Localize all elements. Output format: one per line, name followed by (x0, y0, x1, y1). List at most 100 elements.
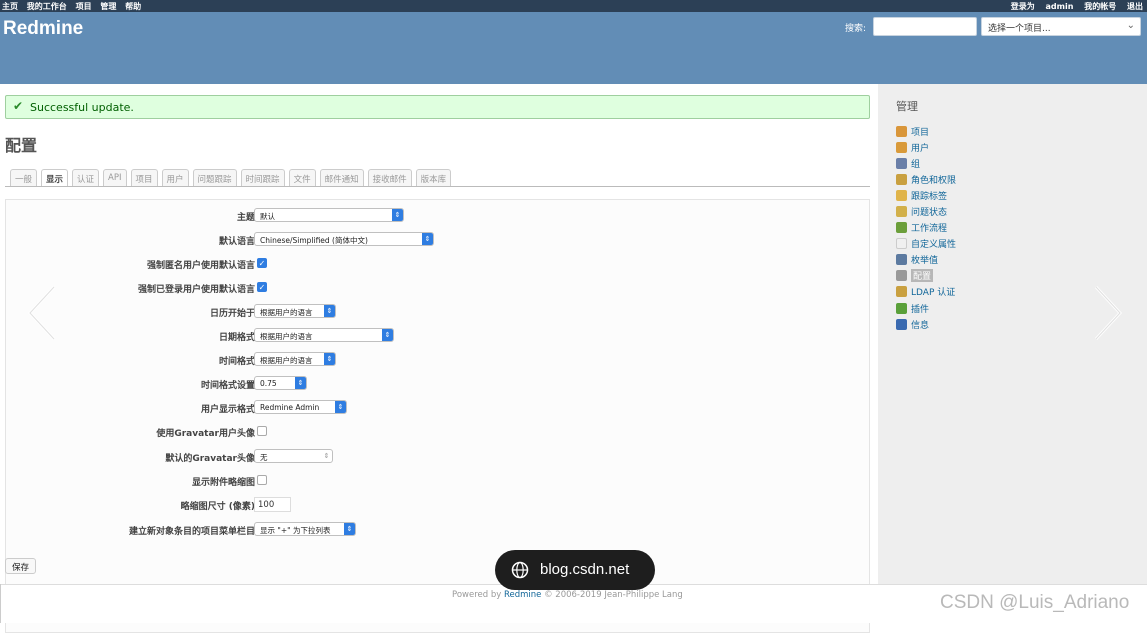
setting-select[interactable]: 无 ⇕ (254, 449, 333, 463)
project-jump-value: 选择一个项目... (988, 24, 1051, 34)
sidebar-item-3[interactable]: 角色和权限 (896, 171, 956, 187)
logged-in-as: 登录为 admin (1003, 2, 1074, 11)
setting-row: 主题 默认 ⇕ (6, 208, 869, 224)
tab-4[interactable]: 项目 (130, 169, 158, 186)
chevron-down-icon: ⌄ (1126, 20, 1135, 31)
sidebar-item-label: 问题状态 (911, 208, 948, 219)
setting-label: 时间格式设置 (200, 381, 255, 391)
setting-label: 显示附件略缩图 (191, 478, 255, 488)
settings-tabs: 一般 显示 认证 API 项目 用户 问题跟踪 时间跟踪 文件 邮件通知 接收邮件 版本库 (10, 169, 455, 186)
setting-label: 日历开始于 (209, 309, 255, 319)
workflow-icon (896, 222, 907, 234)
tab-7[interactable]: 时间跟踪 (240, 169, 285, 186)
sidebar-item-7[interactable]: 自定义属性 (896, 236, 956, 252)
setting-checkbox[interactable]: ✓ (257, 258, 267, 268)
sidebar-title: 管理 (896, 100, 918, 113)
setting-label: 主题 (236, 213, 255, 223)
sidebar-item-label: 组 (911, 159, 921, 170)
save-button[interactable]: 保存 (5, 558, 37, 574)
tab-2[interactable]: 认证 (72, 169, 100, 186)
sidebar-item-8[interactable]: 枚举值 (896, 252, 956, 268)
sidebar-item-label: 用户 (911, 143, 930, 154)
setting-select[interactable]: Chinese/Simplified (简体中文) ⇕ (254, 232, 434, 246)
top-menu-my-page[interactable]: 我的工作台 (27, 2, 67, 11)
info-icon (896, 318, 907, 330)
tab-8[interactable]: 文件 (288, 169, 316, 186)
sidebar-item-10[interactable]: LDAP 认证 (896, 284, 956, 300)
flash-notice: ✔ Successful update. (5, 95, 870, 119)
checkmark-icon: ✔ (13, 99, 24, 113)
setting-checkbox[interactable] (257, 426, 267, 436)
top-menu-administration[interactable]: 管理 (100, 2, 116, 11)
tab-10[interactable]: 接收邮件 (367, 169, 412, 186)
custom-fields-icon (896, 238, 907, 250)
setting-row: 略缩图尺寸 (像素) 100 (6, 497, 869, 513)
select-value: 默认 (260, 212, 275, 221)
main-content: ✔ Successful update. 配置 一般 显示 认证 API 项目 用户 问题跟… (0, 84, 878, 633)
setting-row: 用户显示格式 Redmine Admin ⇕ (6, 400, 869, 416)
site-title[interactable]: Redmine (3, 18, 83, 40)
setting-select[interactable]: 根据用户的语言 ⇕ (254, 328, 394, 342)
setting-label: 略缩图尺寸 (像素) (180, 502, 255, 512)
tab-11[interactable]: 版本库 (415, 169, 452, 186)
settings-box: 主题 默认 ⇕ 默认语言 Chinese/Simplified (简体中文) ⇕ 强制匿名用… (5, 199, 870, 633)
settings-gear-icon (896, 270, 907, 282)
select-arrows-icon: ⇕ (344, 523, 355, 535)
previous-arrow-icon[interactable] (24, 285, 64, 341)
tabs-divider (5, 186, 870, 187)
top-menu-home[interactable]: 主页 (2, 2, 18, 11)
setting-label: 默认语言 (218, 237, 255, 247)
sidebar-item-2[interactable]: 组 (896, 155, 956, 171)
top-menu-left: 主页 我的工作台 项目 管理 帮助 (2, 1, 147, 12)
select-arrows-icon: ⇕ (422, 233, 433, 245)
tab-9[interactable]: 邮件通知 (319, 169, 364, 186)
tab-6[interactable]: 问题跟踪 (192, 169, 237, 186)
select-value: 根据用户的语言 (260, 332, 313, 341)
top-menu-projects[interactable]: 项目 (76, 2, 92, 11)
tab-3[interactable]: API (103, 169, 127, 186)
sidebar-item-6[interactable]: 工作流程 (896, 220, 956, 236)
next-arrow-icon[interactable] (1086, 285, 1126, 341)
setting-checkbox[interactable] (257, 475, 267, 485)
setting-label: 日期格式 (218, 333, 255, 343)
sidebar-item-5[interactable]: 问题状态 (896, 203, 956, 219)
tab-0[interactable]: 一般 (10, 169, 38, 186)
logout-link[interactable]: 退出 (1127, 2, 1143, 11)
sidebar-item-9[interactable]: 配置 (896, 268, 956, 284)
setting-checkbox[interactable]: ✓ (257, 282, 267, 292)
roles-icon (896, 173, 907, 185)
project-jump-select[interactable]: 选择一个项目... ⌄ (981, 17, 1141, 36)
select-arrows-icon: ⇕ (323, 452, 330, 460)
top-menu: 主页 我的工作台 项目 管理 帮助 登录为 admin 我的帐号 退出 (0, 0, 1147, 12)
setting-label: 时间格式 (218, 357, 255, 367)
tab-5[interactable]: 用户 (161, 169, 189, 186)
sidebar-item-1[interactable]: 用户 (896, 139, 956, 155)
thumbnail-size-input[interactable]: 100 (254, 497, 291, 512)
select-value: 无 (260, 453, 268, 462)
redmine-link[interactable]: Redmine (504, 590, 541, 600)
sidebar-item-0[interactable]: 项目 (896, 123, 956, 139)
tab-1[interactable]: 显示 (41, 169, 69, 186)
setting-row: 强制匿名用户使用默认语言 ✓ (6, 256, 869, 272)
sidebar-item-12[interactable]: 信息 (896, 316, 956, 332)
select-arrows-icon: ⇕ (392, 209, 403, 221)
select-arrows-icon: ⇕ (324, 353, 335, 365)
setting-select[interactable]: 默认 ⇕ (254, 208, 404, 222)
user-icon (896, 141, 907, 153)
setting-select[interactable]: 显示 "+" 为下拉列表 ⇕ (254, 522, 356, 536)
setting-select[interactable]: 0.75 ⇕ (254, 376, 307, 390)
search-input[interactable] (873, 17, 977, 36)
sidebar-item-4[interactable]: 跟踪标签 (896, 187, 956, 203)
top-menu-help[interactable]: 帮助 (125, 2, 141, 11)
sidebar-item-label: 信息 (911, 320, 930, 331)
sidebar-item-label: 插件 (911, 304, 930, 315)
logged-in-user[interactable]: admin (1046, 2, 1074, 11)
my-account-link[interactable]: 我的帐号 (1084, 2, 1116, 11)
setting-select[interactable]: Redmine Admin ⇕ (254, 400, 347, 414)
sidebar-item-label: 自定义属性 (911, 240, 957, 251)
sidebar-item-11[interactable]: 插件 (896, 300, 956, 316)
pill-text: blog.csdn.net (540, 561, 630, 578)
setting-select[interactable]: 根据用户的语言 ⇕ (254, 304, 336, 318)
enumerations-icon (896, 254, 907, 266)
setting-select[interactable]: 根据用户的语言 ⇕ (254, 352, 336, 366)
